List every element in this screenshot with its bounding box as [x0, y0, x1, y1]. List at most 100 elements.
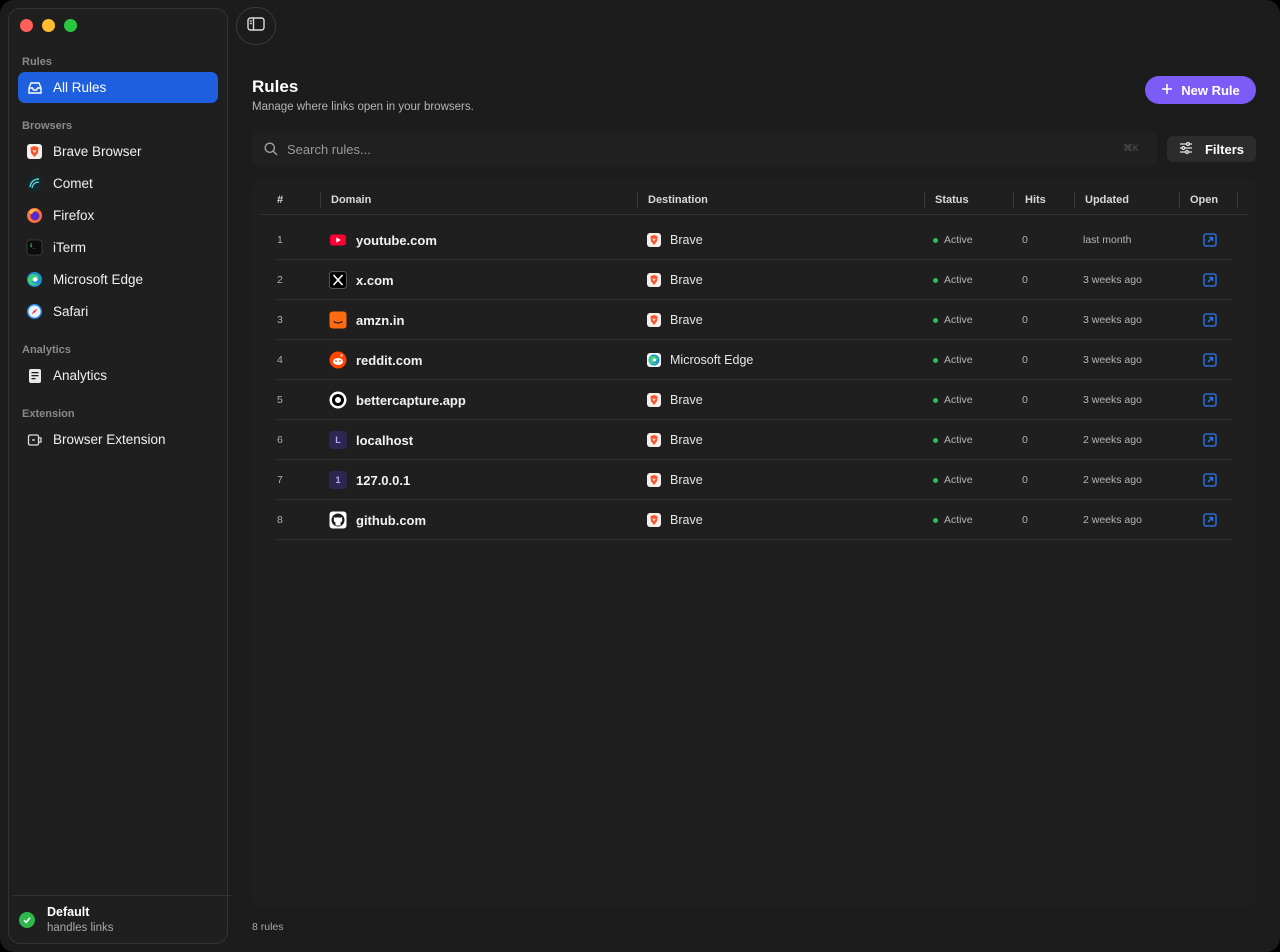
- sidebar-item-label: iTerm: [53, 240, 86, 255]
- status-dot: [933, 477, 938, 483]
- page-title: Rules: [252, 77, 299, 96]
- updated-time: 3 weeks ago: [1083, 354, 1142, 366]
- rule-number: 2: [277, 274, 283, 286]
- destination-name: Brave: [670, 393, 703, 407]
- column-divider: [1013, 192, 1014, 208]
- domain-name: reddit.com: [356, 352, 423, 368]
- toggle-sidebar-button[interactable]: [236, 7, 276, 45]
- iterm-icon: $_: [26, 239, 43, 256]
- status-cell: Active: [933, 380, 973, 420]
- search-icon: [263, 141, 279, 157]
- sidebar-item-microsoft-edge[interactable]: Microsoft Edge: [18, 264, 218, 295]
- table-row[interactable]: 2 x.com Brave Active 0 3 weeks ago: [276, 260, 1232, 300]
- destination-name: Brave: [670, 473, 703, 487]
- hits-count: 0: [1022, 234, 1028, 246]
- updated-time: last month: [1083, 234, 1132, 246]
- open-cell: [1203, 380, 1217, 420]
- plus-icon: [1161, 83, 1173, 98]
- destination-cell: Brave: [647, 500, 703, 540]
- open-link-icon[interactable]: [1203, 513, 1217, 527]
- sidebar-item-label: Safari: [53, 304, 89, 319]
- brave-icon: [647, 393, 661, 407]
- open-link-icon[interactable]: [1203, 353, 1217, 367]
- comet-icon: [26, 175, 43, 192]
- open-link-icon[interactable]: [1203, 393, 1217, 407]
- domain-name: bettercapture.app: [356, 392, 466, 408]
- window-controls: [20, 19, 77, 32]
- column-header-status[interactable]: Status: [935, 194, 969, 206]
- updated-time: 3 weeks ago: [1083, 274, 1142, 286]
- bettercapture-icon: [329, 391, 347, 409]
- youtube-icon: [329, 231, 347, 249]
- new-rule-button[interactable]: New Rule: [1145, 76, 1256, 104]
- letter-1-icon: 1: [329, 471, 347, 489]
- open-cell: [1203, 300, 1217, 340]
- open-link-icon[interactable]: [1203, 433, 1217, 447]
- destination-cell: Brave: [647, 380, 703, 420]
- letter-l-icon: L: [329, 431, 347, 449]
- table-row[interactable]: 8 github.com Brave Active 0 2 weeks ago: [276, 500, 1232, 540]
- table-row[interactable]: 6 Llocalhost Brave Active 0 2 weeks ago: [276, 420, 1232, 460]
- sidebar-item-brave-browser[interactable]: Brave Browser: [18, 136, 218, 167]
- rule-number: 8: [277, 514, 283, 526]
- brave-icon: [647, 473, 661, 487]
- sidebar-toggle-icon: [247, 16, 265, 36]
- search-input[interactable]: [287, 141, 1087, 157]
- brave-icon: [647, 513, 661, 527]
- status-dot: [933, 317, 938, 323]
- zoom-window-button[interactable]: [64, 19, 77, 32]
- close-window-button[interactable]: [20, 19, 33, 32]
- sidebar-item-comet[interactable]: Comet: [18, 168, 218, 199]
- open-link-icon[interactable]: [1203, 273, 1217, 287]
- table-row[interactable]: 3 amzn.in Brave Active 0 3 weeks ago: [276, 300, 1232, 340]
- rule-number: 4: [277, 354, 283, 366]
- open-cell: [1203, 500, 1217, 540]
- domain-cell: Llocalhost: [329, 420, 413, 460]
- sidebar-item-firefox[interactable]: Firefox: [18, 200, 218, 231]
- open-link-icon[interactable]: [1203, 473, 1217, 487]
- column-divider: [924, 192, 925, 208]
- column-header-hits[interactable]: Hits: [1025, 194, 1046, 206]
- table-row[interactable]: 1 youtube.com Brave Active 0 last month: [276, 220, 1232, 260]
- column-header-open[interactable]: Open: [1190, 194, 1218, 206]
- new-rule-label: New Rule: [1181, 82, 1240, 98]
- status-label: Active: [944, 274, 973, 286]
- app-window: Rules All Rules Browsers Brave Browser C…: [0, 0, 1280, 952]
- sidebar-item-all-rules[interactable]: All Rules: [18, 72, 218, 103]
- default-status-title: Default: [47, 905, 90, 919]
- status-cell: Active: [933, 220, 973, 260]
- domain-name: youtube.com: [356, 232, 437, 248]
- domain-cell: 1 127.0.0.1: [329, 460, 410, 500]
- destination-name: Brave: [670, 433, 703, 447]
- table-row[interactable]: 7 1 127.0.0.1 Brave Active 0 2 weeks ago: [276, 460, 1232, 500]
- column-header-destination[interactable]: Destination: [648, 194, 708, 206]
- sidebar-item-iterm[interactable]: $_ iTerm: [18, 232, 218, 263]
- filters-button[interactable]: Filters: [1167, 136, 1256, 162]
- svg-text:$_: $_: [30, 243, 37, 249]
- destination-cell: Microsoft Edge: [647, 340, 753, 380]
- open-cell: [1203, 420, 1217, 460]
- status-dot: [933, 437, 938, 443]
- status-cell: Active: [933, 500, 973, 540]
- minimize-window-button[interactable]: [42, 19, 55, 32]
- destination-cell: Brave: [647, 460, 703, 500]
- open-link-icon[interactable]: [1203, 313, 1217, 327]
- status-cell: Active: [933, 260, 973, 300]
- x-icon: [329, 271, 347, 289]
- open-cell: [1203, 460, 1217, 500]
- sidebar-item-label: Comet: [53, 176, 93, 191]
- checkmark-icon: [19, 912, 35, 928]
- open-link-icon[interactable]: [1203, 233, 1217, 247]
- column-header-updated[interactable]: Updated: [1085, 194, 1129, 206]
- sidebar-item-browser-extension[interactable]: Browser Extension: [18, 424, 218, 455]
- status-label: Active: [944, 314, 973, 326]
- sidebar-item-analytics[interactable]: Analytics: [18, 360, 218, 391]
- sidebar-item-safari[interactable]: Safari: [18, 296, 218, 327]
- destination-cell: Brave: [647, 300, 703, 340]
- brave-icon: [26, 143, 43, 160]
- destination-name: Brave: [670, 273, 703, 287]
- column-header-number[interactable]: #: [277, 194, 283, 206]
- column-header-domain[interactable]: Domain: [331, 194, 371, 206]
- table-row[interactable]: 5 bettercapture.app Brave Active 0 3 weeks ag…: [276, 380, 1232, 420]
- table-row[interactable]: 4 reddit.com Microsoft Edge Active 0 3 weeks …: [276, 340, 1232, 380]
